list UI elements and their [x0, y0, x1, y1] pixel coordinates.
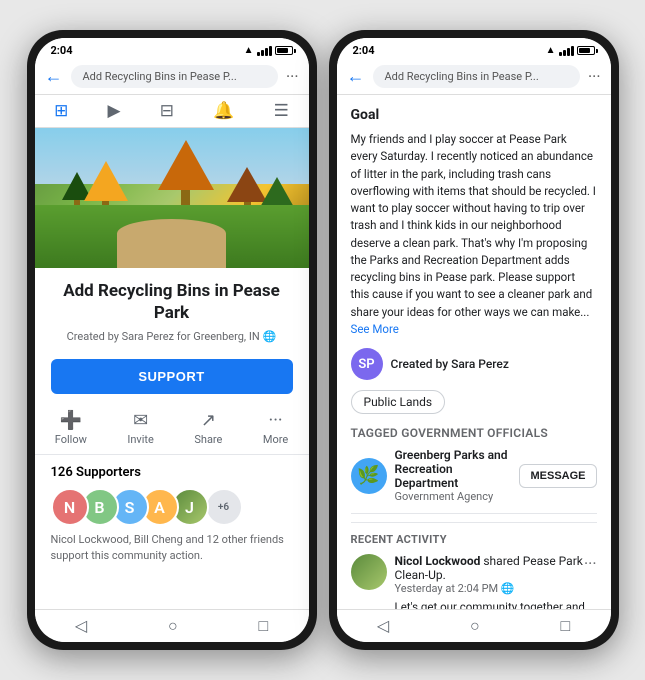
invite-icon: ✉	[133, 410, 148, 431]
signal-bars	[257, 46, 272, 56]
activity-header: Nicol Lockwood shared Pease Park Clean-U…	[395, 554, 597, 582]
tag-pill[interactable]: Public Lands	[351, 390, 446, 414]
activity-more-button[interactable]: ···	[584, 554, 597, 573]
wifi-icon: ▲	[244, 45, 254, 56]
agency-name: Greenberg Parks and Recreation Departmen…	[395, 448, 512, 490]
follow-label: Follow	[55, 433, 87, 446]
nav-icon-home[interactable]: ⊞	[54, 101, 68, 121]
creator-avatar: SP	[351, 348, 383, 380]
scroll-content-right: Goal My friends and I play soccer at Pea…	[337, 95, 611, 609]
follow-action[interactable]: ➕ Follow	[55, 410, 87, 446]
share-label: Share	[194, 433, 222, 446]
nav-icon-menu[interactable]: ☰	[274, 101, 289, 121]
activity-item: Nicol Lockwood shared Pease Park Clean-U…	[351, 554, 597, 609]
share-action[interactable]: ↗ Share	[194, 410, 222, 446]
nav-icon-bell[interactable]: 🔔	[213, 101, 234, 121]
tagged-officials-section: Tagged Government Officials 🌿 Greenberg …	[351, 426, 597, 503]
wifi-icon-right: ▲	[546, 45, 556, 56]
phone-right: 2:04 ▲ ← Add Recycling Bi	[329, 30, 619, 650]
more-icon: ···	[269, 410, 283, 431]
status-bar-left: 2:04 ▲	[35, 38, 309, 59]
search-bar-left[interactable]: Add Recycling Bins in Pease P...	[71, 65, 278, 88]
see-more-link[interactable]: See More	[351, 322, 399, 336]
nav-back-gesture-right[interactable]: ◁	[377, 616, 389, 636]
bottom-nav-left: ◁ ○ □	[35, 609, 309, 642]
activity-avatar	[351, 554, 387, 590]
invite-label: Invite	[127, 433, 154, 446]
agency-type: Government Agency	[395, 490, 512, 503]
leaf-icon: 🌿	[357, 465, 379, 486]
back-button-left[interactable]: ←	[45, 66, 63, 87]
nav-icon-video[interactable]: ▶	[108, 101, 121, 121]
petition-content-left: Add Recycling Bins in Pease Park Created…	[35, 128, 309, 609]
search-bar-right[interactable]: Add Recycling Bins in Pease P...	[373, 65, 580, 88]
more-button-left[interactable]: ···	[286, 67, 299, 86]
activity-content: Nicol Lockwood shared Pease Park Clean-U…	[395, 554, 597, 609]
activity-text: Let's get our community together and vol…	[395, 599, 597, 609]
creator-name: Created by Sara Perez	[391, 357, 509, 371]
invite-action[interactable]: ✉ Invite	[127, 410, 154, 446]
nav-recents-gesture-right[interactable]: □	[560, 616, 570, 636]
avatar-more: +6	[205, 488, 243, 526]
nav-home-gesture[interactable]: ○	[168, 616, 178, 636]
petition-image	[35, 128, 309, 268]
signal-bars-right	[559, 46, 574, 56]
supporters-count: 126 Supporters	[51, 465, 293, 480]
nav-bar-left: ← Add Recycling Bins in Pease P... ···	[35, 59, 309, 95]
top-nav-icons-left: ⊞ ▶ ⊟ 🔔 ☰	[35, 95, 309, 128]
globe-icon: 🌐	[263, 330, 277, 343]
nav-icon-store[interactable]: ⊟	[160, 101, 174, 121]
phone-left: 2:04 ▲ ← Add Recycling Bi	[27, 30, 317, 650]
avatar-1: N	[51, 488, 89, 526]
goal-text: My friends and I play soccer at Pease Pa…	[351, 131, 597, 338]
created-by-text: Created by Sara Perez for Greenberg, IN	[67, 330, 260, 343]
follow-icon: ➕	[60, 410, 82, 431]
created-by-left: Created by Sara Perez for Greenberg, IN …	[51, 330, 293, 343]
petition-title-section: Add Recycling Bins in Pease Park Created…	[35, 268, 309, 351]
back-button-right[interactable]: ←	[347, 66, 365, 87]
time-left: 2:04	[51, 44, 73, 57]
more-label: More	[263, 433, 288, 446]
bottom-nav-right: ◁ ○ □	[337, 609, 611, 642]
agency-row: 🌿 Greenberg Parks and Recreation Departm…	[351, 448, 597, 503]
activity-meta: Yesterday at 2:04 PM 🌐	[395, 582, 597, 595]
agency-info: Greenberg Parks and Recreation Departmen…	[395, 448, 512, 503]
petition-title: Add Recycling Bins in Pease Park	[51, 280, 293, 324]
status-bar-right: 2:04 ▲	[337, 38, 611, 59]
visibility-icon: 🌐	[501, 582, 515, 595]
supporters-text: Nicol Lockwood, Bill Cheng and 12 other …	[51, 532, 293, 563]
battery-icon-right	[577, 46, 595, 55]
action-row: ➕ Follow ✉ Invite ↗ Share ··· More	[35, 402, 309, 455]
supporters-section: 126 Supporters N B S A J +6 Nicol Lockwo…	[35, 455, 309, 573]
status-icons-right: ▲	[546, 45, 595, 56]
creator-row: SP Created by Sara Perez	[351, 348, 597, 380]
divider	[351, 513, 597, 514]
share-icon: ↗	[201, 410, 216, 431]
more-action[interactable]: ··· More	[263, 410, 288, 446]
recent-activity-section: RECENT ACTIVITY Nicol Lockwood shared Pe…	[351, 522, 597, 609]
support-button[interactable]: SUPPORT	[51, 359, 293, 394]
nav-home-gesture-right[interactable]: ○	[470, 616, 480, 636]
recent-activity-heading: RECENT ACTIVITY	[351, 533, 597, 546]
status-icons-left: ▲	[244, 45, 293, 56]
time-right: 2:04	[353, 44, 375, 57]
activity-user-name: Nicol Lockwood shared Pease Park Clean-U…	[395, 554, 584, 582]
goal-heading: Goal	[351, 107, 597, 123]
nav-recents-gesture[interactable]: □	[258, 616, 268, 636]
agency-icon: 🌿	[351, 458, 387, 494]
message-button[interactable]: MESSAGE	[519, 464, 596, 488]
nav-back-gesture[interactable]: ◁	[75, 616, 87, 636]
battery-icon	[275, 46, 293, 55]
tagged-officials-heading: Tagged Government Officials	[351, 426, 597, 440]
nav-bar-right: ← Add Recycling Bins in Pease P... ···	[337, 59, 611, 95]
supporter-avatars: N B S A J +6	[51, 488, 293, 526]
more-button-right[interactable]: ···	[588, 67, 601, 86]
